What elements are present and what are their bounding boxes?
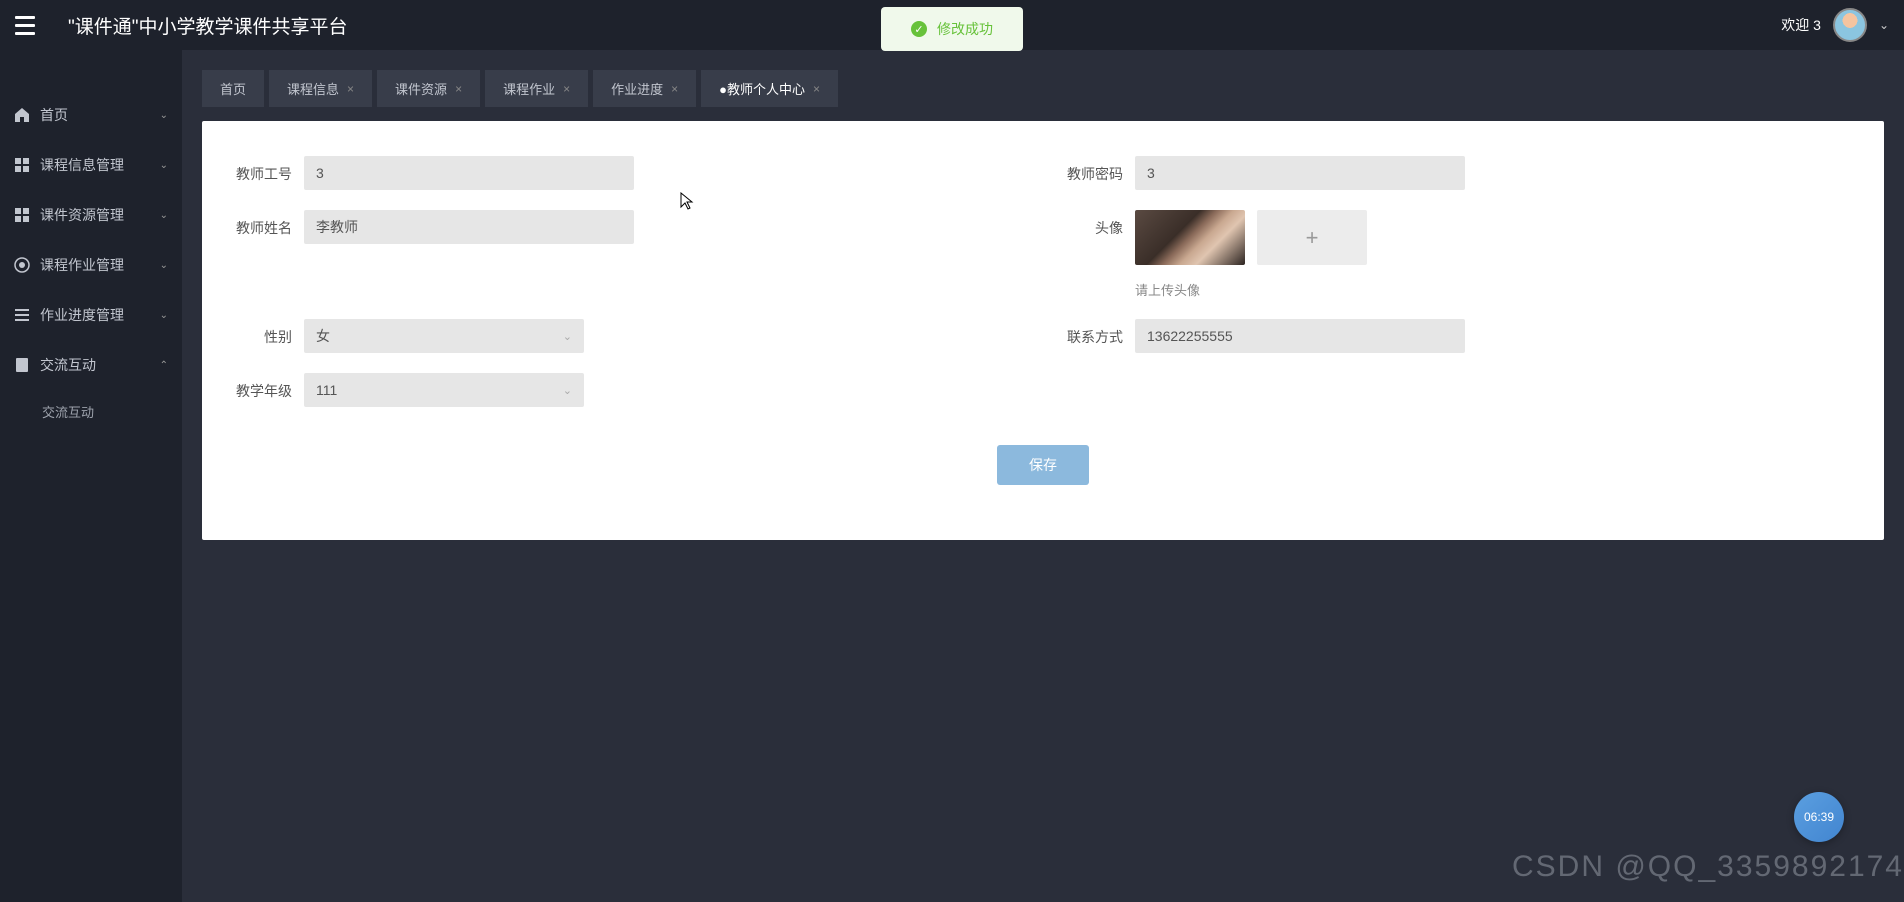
tab-label: 课程信息 — [287, 79, 339, 98]
tab-home[interactable]: 首页 — [202, 70, 264, 107]
sidebar-item-label: 课程作业管理 — [40, 255, 150, 275]
chevron-down-icon: ⌄ — [563, 384, 572, 397]
close-icon[interactable]: × — [671, 82, 678, 96]
grid-icon — [14, 207, 30, 223]
sidebar-item-home[interactable]: 首页 ⌄ — [0, 90, 182, 140]
chevron-down-icon[interactable]: ⌄ — [1879, 18, 1889, 32]
bars-icon — [14, 307, 30, 323]
sidebar-item-course-info[interactable]: 课程信息管理 ⌄ — [0, 140, 182, 190]
close-icon[interactable]: × — [347, 82, 354, 96]
teacher-pwd-input[interactable] — [1135, 156, 1465, 190]
sidebar-item-resource[interactable]: 课件资源管理 ⌄ — [0, 190, 182, 240]
welcome-text: 欢迎 3 — [1781, 15, 1821, 35]
tab-resource[interactable]: 课件资源 × — [377, 70, 480, 107]
close-icon[interactable]: × — [455, 82, 462, 96]
tab-label: ●教师个人中心 — [719, 79, 805, 98]
teacher-name-input[interactable] — [304, 210, 634, 244]
chevron-down-icon: ⌄ — [160, 210, 168, 221]
book-icon — [14, 357, 30, 373]
avatar-hint: 请上传头像 — [1135, 280, 1367, 299]
grade-label: 教学年级 — [222, 373, 292, 401]
gender-value: 女 — [316, 326, 330, 346]
grade-select[interactable]: 111 ⌄ — [304, 373, 584, 407]
floating-time-badge[interactable]: 06:39 — [1794, 792, 1844, 842]
tab-label: 课程作业 — [503, 79, 555, 98]
user-avatar[interactable] — [1833, 8, 1867, 42]
header-right: 欢迎 3 ⌄ — [1781, 8, 1889, 42]
sidebar-sub-interaction[interactable]: 交流互动 — [0, 390, 182, 433]
tab-course-info[interactable]: 课程信息 × — [269, 70, 372, 107]
teacher-id-label: 教师工号 — [222, 156, 292, 184]
success-notification: ✓ 修改成功 — [881, 7, 1023, 51]
gender-label: 性别 — [222, 319, 292, 347]
chevron-down-icon: ⌄ — [160, 260, 168, 271]
contact-label: 联系方式 — [1053, 319, 1123, 347]
menu-toggle-icon[interactable] — [15, 11, 43, 39]
sidebar-item-interaction[interactable]: 交流互动 ⌃ — [0, 340, 182, 390]
sidebar-item-label: 交流互动 — [40, 355, 150, 375]
sidebar-item-progress[interactable]: 作业进度管理 ⌄ — [0, 290, 182, 340]
chevron-down-icon: ⌄ — [160, 310, 168, 321]
time-text: 06:39 — [1804, 810, 1834, 824]
sidebar-item-homework[interactable]: 课程作业管理 ⌄ — [0, 240, 182, 290]
teacher-name-label: 教师姓名 — [222, 210, 292, 238]
teacher-pwd-label: 教师密码 — [1053, 156, 1123, 184]
sidebar-item-label: 首页 — [40, 105, 150, 125]
tab-progress[interactable]: 作业进度 × — [593, 70, 696, 107]
avatar-preview[interactable] — [1135, 210, 1245, 265]
upload-button[interactable]: + — [1257, 210, 1367, 265]
grade-value: 111 — [316, 382, 337, 398]
contact-input[interactable] — [1135, 319, 1465, 353]
chevron-down-icon: ⌄ — [160, 160, 168, 171]
tab-homework[interactable]: 课程作业 × — [485, 70, 588, 107]
tab-label: 首页 — [220, 79, 246, 98]
tabs-bar: 首页 课程信息 × 课件资源 × 课程作业 × 作业进度 × ●教师个人中心 × — [202, 70, 1884, 107]
chevron-down-icon: ⌄ — [563, 330, 572, 343]
avatar-label: 头像 — [1053, 210, 1123, 238]
home-icon — [14, 107, 30, 123]
watermark: CSDN @QQ_3359892174 — [1512, 850, 1904, 884]
app-title: "课件通"中小学教学课件共享平台 — [68, 12, 348, 39]
check-icon: ✓ — [911, 21, 927, 37]
plus-icon: + — [1306, 225, 1319, 251]
chevron-down-icon: ⌄ — [160, 110, 168, 121]
tab-label: 作业进度 — [611, 79, 663, 98]
disc-icon — [14, 257, 30, 273]
close-icon[interactable]: × — [563, 82, 570, 96]
sidebar: 首页 ⌄ 课程信息管理 ⌄ 课件资源管理 ⌄ 课程作业管理 ⌄ 作业进度管理 ⌄… — [0, 50, 182, 902]
gender-select[interactable]: 女 ⌄ — [304, 319, 584, 353]
sidebar-item-label: 作业进度管理 — [40, 305, 150, 325]
header: "课件通"中小学教学课件共享平台 ✓ 修改成功 欢迎 3 ⌄ — [0, 0, 1904, 50]
main-content: 首页 课程信息 × 课件资源 × 课程作业 × 作业进度 × ●教师个人中心 × — [182, 50, 1904, 902]
sidebar-item-label: 课件资源管理 — [40, 205, 150, 225]
notification-text: 修改成功 — [937, 19, 993, 39]
tab-teacher-center[interactable]: ●教师个人中心 × — [701, 70, 838, 107]
tab-label: 课件资源 — [395, 79, 447, 98]
form-panel: 教师工号 教师密码 教师姓名 头像 — [202, 121, 1884, 540]
sidebar-item-label: 课程信息管理 — [40, 155, 150, 175]
teacher-id-input[interactable] — [304, 156, 634, 190]
chevron-up-icon: ⌃ — [160, 360, 168, 371]
close-icon[interactable]: × — [813, 82, 820, 96]
save-button[interactable]: 保存 — [997, 445, 1089, 485]
grid-icon — [14, 157, 30, 173]
